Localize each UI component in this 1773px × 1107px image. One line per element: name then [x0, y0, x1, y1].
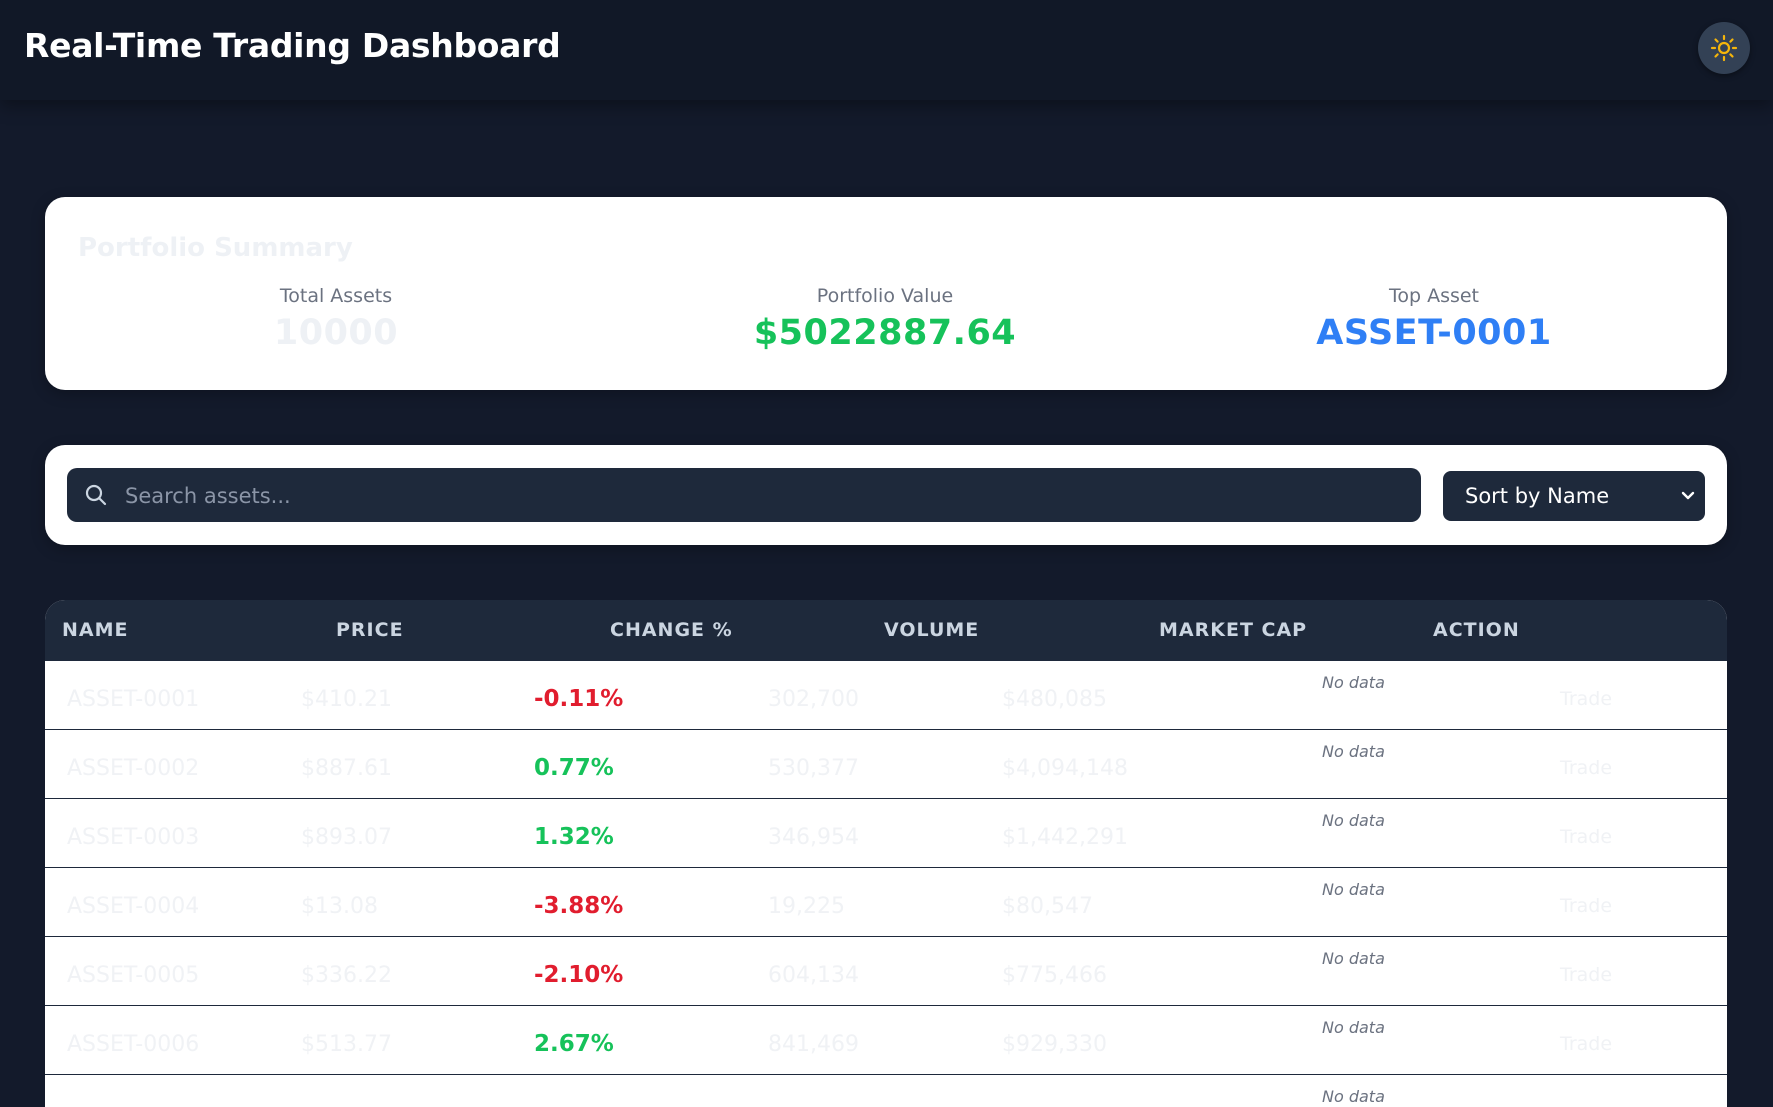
table-row[interactable]: ASSET-0005 $336.22 -2.10% 604,134 $775,466 No… [45, 937, 1727, 1007]
asset-change-cell: 1.32% [534, 824, 614, 850]
no-data-note: No data [1322, 1018, 1385, 1037]
asset-name-cell: ASSET-0004 [67, 894, 200, 919]
trade-button[interactable]: Trade [1560, 964, 1612, 986]
asset-market-cap-cell: $80,547 [1002, 894, 1093, 919]
table-row[interactable]: ASSET-0001 $410.21 -0.11% 302,700 $480,085 No… [45, 661, 1727, 731]
trade-button[interactable]: Trade [1560, 895, 1612, 917]
asset-market-cap-cell: $1,442,291 [1002, 825, 1128, 850]
top-asset-stat: Top Asset ASSET-0001 [1284, 285, 1584, 353]
asset-change-cell: -2.10% [534, 962, 624, 988]
no-data-note: No data [1322, 880, 1385, 899]
asset-price-cell: $410.21 [301, 687, 392, 712]
theme-toggle-button[interactable] [1698, 22, 1750, 74]
assets-table: NAME PRICE CHANGE % VOLUME MARKET CAP AC… [45, 600, 1727, 1107]
asset-price-cell: $13.08 [301, 894, 378, 919]
asset-volume-cell: 604,134 [768, 963, 859, 988]
no-data-note: No data [1322, 673, 1385, 692]
search-input[interactable] [123, 468, 1407, 524]
column-header-change[interactable]: CHANGE % [610, 619, 733, 641]
asset-volume-cell: 346,954 [768, 825, 859, 850]
top-bar: Real-Time Trading Dashboard [0, 0, 1773, 100]
chevron-down-icon [1681, 491, 1695, 500]
table-row[interactable]: No data [45, 1075, 1727, 1107]
asset-volume-cell: 530,377 [768, 756, 859, 781]
total-assets-stat: Total Assets 10000 [186, 285, 486, 353]
asset-volume-cell: 19,225 [768, 894, 845, 919]
top-asset-value: ASSET-0001 [1316, 313, 1552, 353]
search-box[interactable] [67, 468, 1421, 524]
asset-volume-cell: 302,700 [768, 687, 859, 712]
sun-icon [1710, 34, 1738, 62]
column-header-volume[interactable]: VOLUME [884, 619, 979, 641]
top-asset-label: Top Asset [1388, 285, 1480, 307]
no-data-note: No data [1322, 742, 1385, 761]
asset-market-cap-cell: $4,094,148 [1002, 756, 1128, 781]
table-header: NAME PRICE CHANGE % VOLUME MARKET CAP AC… [45, 600, 1727, 661]
trade-button[interactable]: Trade [1560, 688, 1612, 710]
asset-price-cell: $513.77 [301, 1032, 392, 1057]
trade-button[interactable]: Trade [1560, 757, 1612, 779]
asset-market-cap-cell: $929,330 [1002, 1032, 1107, 1057]
sort-select-value: Sort by Name [1465, 484, 1610, 508]
asset-name-cell: ASSET-0005 [67, 963, 200, 988]
column-header-price[interactable]: PRICE [336, 619, 404, 641]
portfolio-value-label: Portfolio Value [816, 285, 954, 307]
asset-name-cell: ASSET-0003 [67, 825, 200, 850]
asset-price-cell: $893.07 [301, 825, 392, 850]
no-data-note: No data [1322, 1087, 1385, 1106]
no-data-note: No data [1322, 811, 1385, 830]
column-header-name[interactable]: NAME [62, 619, 129, 641]
trade-button[interactable]: Trade [1560, 1033, 1612, 1055]
app-title: Real-Time Trading Dashboard [24, 26, 561, 65]
asset-change-cell: -3.88% [534, 893, 624, 919]
table-row[interactable]: ASSET-0006 $513.77 2.67% 841,469 $929,330 No … [45, 1006, 1727, 1076]
table-row[interactable]: ASSET-0002 $887.61 0.77% 530,377 $4,094,148 N… [45, 730, 1727, 800]
column-header-market-cap[interactable]: MARKET CAP [1159, 619, 1307, 641]
total-assets-label: Total Assets [279, 285, 393, 307]
column-header-action: ACTION [1433, 619, 1520, 641]
asset-market-cap-cell: $480,085 [1002, 687, 1107, 712]
total-assets-value: 10000 [273, 313, 399, 353]
asset-volume-cell: 841,469 [768, 1032, 859, 1057]
asset-market-cap-cell: $775,466 [1002, 963, 1107, 988]
asset-price-cell: $336.22 [301, 963, 392, 988]
table-row[interactable]: ASSET-0003 $893.07 1.32% 346,954 $1,442,291 N… [45, 799, 1727, 869]
trade-button[interactable]: Trade [1560, 826, 1612, 848]
search-icon [85, 484, 107, 506]
sort-select[interactable]: Sort by Name [1443, 471, 1705, 521]
asset-change-cell: -0.11% [534, 686, 624, 712]
asset-change-cell: 0.77% [534, 755, 614, 781]
portfolio-value: $5022887.64 [753, 313, 1017, 353]
filter-controls-card: Sort by Name [45, 445, 1727, 545]
asset-price-cell: $887.61 [301, 756, 392, 781]
asset-name-cell: ASSET-0006 [67, 1032, 200, 1057]
table-row[interactable]: ASSET-0004 $13.08 -3.88% 19,225 $80,547 No da… [45, 868, 1727, 938]
asset-name-cell: ASSET-0002 [67, 756, 200, 781]
asset-name-cell: ASSET-0001 [67, 687, 200, 712]
portfolio-summary-title: Portfolio Summary [78, 233, 353, 263]
portfolio-value-stat: Portfolio Value $5022887.64 [735, 285, 1035, 353]
portfolio-summary-card: Portfolio Summary Total Assets 10000 Por… [45, 197, 1727, 390]
no-data-note: No data [1322, 949, 1385, 968]
asset-change-cell: 2.67% [534, 1031, 614, 1057]
